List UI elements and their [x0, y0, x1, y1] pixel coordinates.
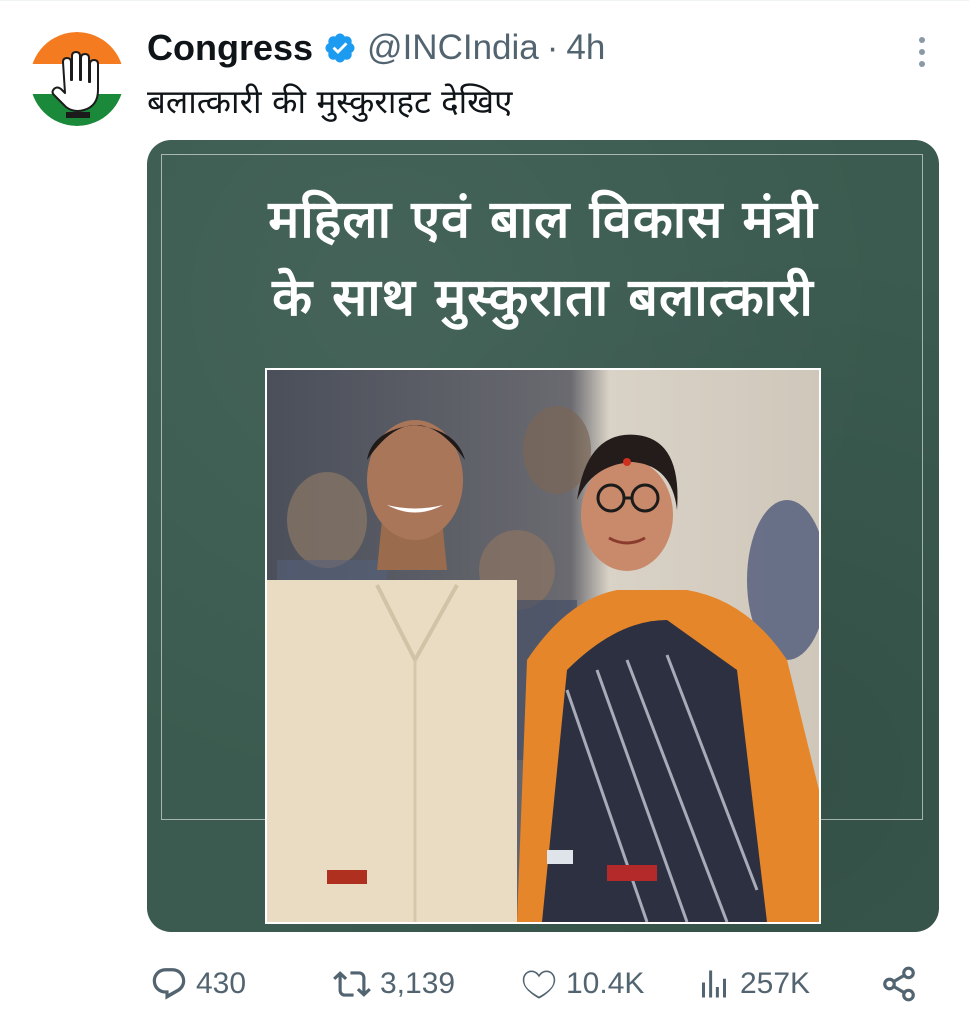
author-display-name[interactable]: Congress	[147, 27, 313, 69]
author-avatar[interactable]	[30, 32, 124, 126]
author-handle[interactable]: @INCIndia	[367, 28, 539, 68]
views-count: 257K	[740, 967, 811, 1000]
tweet-timestamp[interactable]: 4h	[566, 28, 605, 68]
repost-count: 3,139	[380, 967, 456, 1000]
share-icon	[883, 966, 915, 1002]
media-photo	[265, 368, 821, 924]
tweet-action-bar: 430 3,139 10.4K 257K	[0, 956, 969, 1012]
views-icon	[702, 970, 726, 998]
views-button[interactable]: 257K	[696, 956, 810, 1012]
header-separator: ·	[546, 28, 559, 67]
share-button[interactable]	[880, 956, 918, 1012]
heart-icon	[522, 970, 556, 999]
tweet-header: Congress @INCIndia · 4h	[147, 24, 605, 72]
media-headline-line2: के साथ मुस्कुराता बलात्कारी	[272, 268, 814, 328]
photo-illustration	[267, 370, 819, 922]
verified-badge-icon	[323, 31, 357, 65]
reply-count: 430	[196, 967, 247, 1000]
top-divider	[0, 0, 969, 1]
congress-logo-icon	[30, 32, 124, 126]
more-vertical-icon[interactable]	[912, 34, 932, 70]
reply-icon	[152, 968, 186, 1000]
like-button[interactable]: 10.4K	[520, 956, 644, 1012]
reply-button[interactable]: 430	[150, 956, 246, 1012]
repost-button[interactable]: 3,139	[332, 956, 455, 1012]
repost-icon	[333, 971, 371, 997]
like-count: 10.4K	[566, 967, 645, 1000]
tweet-media-image[interactable]: महिला एवं बाल विकास मंत्री के साथ मुस्कु…	[147, 140, 939, 932]
tweet-text: बलात्कारी की मुस्कुराहट देखिए	[147, 82, 513, 121]
media-headline-line1: महिला एवं बाल विकास मंत्री	[268, 190, 818, 250]
